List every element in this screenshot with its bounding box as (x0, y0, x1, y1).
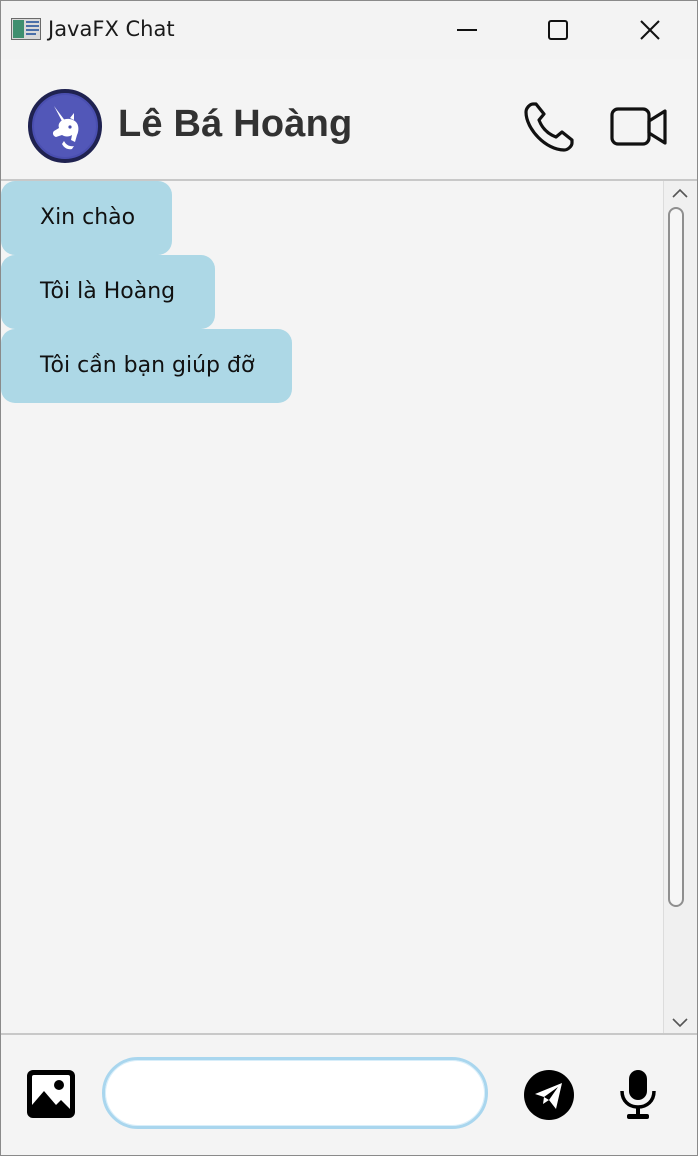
attach-image-button[interactable] (26, 1069, 76, 1119)
scroll-down-arrow-icon[interactable] (668, 1013, 692, 1033)
image-icon (27, 1070, 75, 1118)
avatar[interactable] (28, 89, 102, 163)
message-input[interactable] (102, 1057, 488, 1129)
message-text: Xin chào (40, 205, 136, 230)
video-call-button[interactable] (610, 105, 668, 149)
voice-call-button[interactable] (521, 99, 577, 155)
message-text: Tôi là Hoàng (40, 279, 176, 304)
voice-message-button[interactable] (618, 1069, 658, 1121)
message-composer (1, 1035, 697, 1155)
phone-icon (524, 102, 574, 152)
microphone-icon (620, 1070, 656, 1119)
scrollbar-thumb[interactable] (668, 207, 684, 907)
video-camera-icon (610, 107, 667, 146)
maximize-button[interactable] (512, 1, 604, 59)
chat-window: JavaFX Chat Lê Bá Hoàng Xin chào Tôi là … (0, 0, 698, 1156)
vertical-scrollbar[interactable] (663, 181, 697, 1033)
close-icon (640, 20, 660, 40)
minimize-icon (457, 29, 477, 31)
message-bubble: Tôi là Hoàng (1, 255, 215, 329)
close-button[interactable] (604, 1, 696, 59)
minimize-button[interactable] (421, 1, 513, 59)
message-text: Tôi cần bạn giúp đỡ (40, 353, 255, 378)
message-list[interactable]: Xin chào Tôi là Hoàng Tôi cần bạn giúp đ… (1, 179, 697, 1035)
window-title: JavaFX Chat (48, 17, 175, 41)
scroll-up-arrow-icon[interactable] (668, 183, 692, 203)
contact-name: Lê Bá Hoàng (118, 103, 353, 145)
app-icon (11, 18, 41, 40)
message-bubble: Tôi cần bạn giúp đỡ (1, 329, 292, 403)
title-bar: JavaFX Chat (1, 1, 697, 59)
send-button[interactable] (523, 1069, 575, 1121)
chat-header: Lê Bá Hoàng (1, 59, 697, 179)
maximize-icon (548, 20, 568, 40)
send-icon (524, 1070, 574, 1120)
message-bubble: Xin chào (1, 181, 172, 255)
